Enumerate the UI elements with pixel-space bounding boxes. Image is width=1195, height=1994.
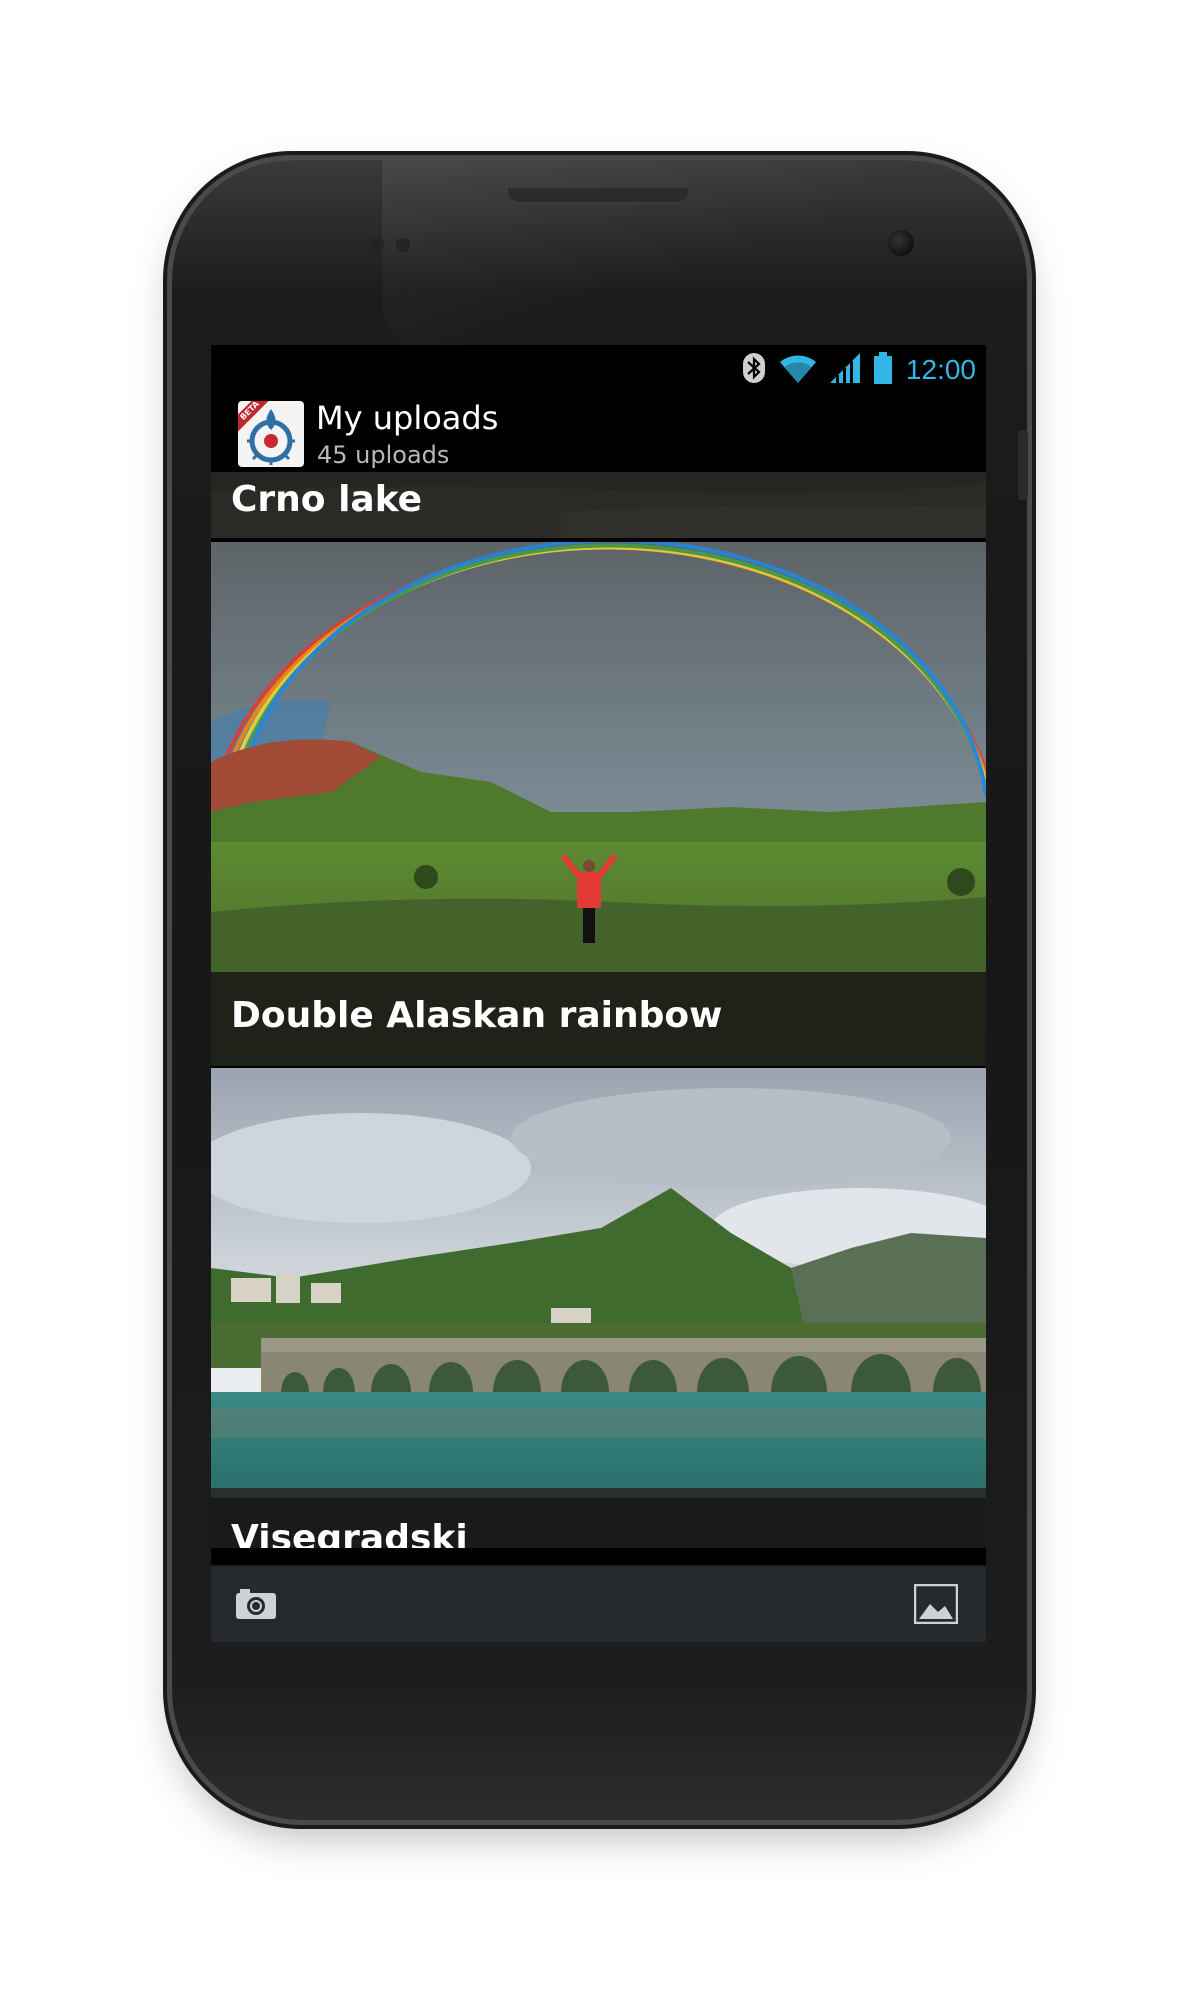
camera-button[interactable] [211, 1567, 301, 1642]
page-title: My uploads [316, 399, 499, 437]
list-item[interactable]: Crno lake [211, 472, 986, 538]
proximity-sensor [370, 238, 384, 252]
light-sensor [396, 238, 410, 252]
list-item[interactable]: Visegradski [211, 1068, 986, 1548]
upload-caption: Crno lake [211, 472, 986, 538]
earpiece-speaker [508, 188, 688, 204]
signal-icon [829, 353, 860, 387]
battery-icon [873, 352, 892, 388]
upload-count: 45 uploads [317, 441, 450, 469]
camera-icon [234, 1587, 278, 1625]
upload-thumbnail [211, 1068, 986, 1548]
upload-caption: Double Alaskan rainbow [211, 972, 986, 1066]
power-button [1018, 430, 1028, 500]
action-bar: BETA My uploads 45 uploads [211, 395, 986, 472]
status-bar: 12:00 [211, 345, 986, 395]
list-item[interactable]: Double Alaskan rainbow [211, 542, 986, 1066]
upload-caption: Visegradski [211, 1498, 986, 1548]
screen: 12:00 BETA My uploads 45 uploads Crno la… [211, 345, 986, 1642]
gallery-button[interactable] [891, 1567, 981, 1642]
gallery-icon [913, 1583, 959, 1628]
status-time: 12:00 [905, 354, 976, 385]
bottom-action-bar [211, 1565, 986, 1642]
wikimedia-commons-icon[interactable]: BETA [238, 401, 304, 467]
bluetooth-icon [742, 352, 766, 388]
front-camera [888, 230, 914, 256]
uploads-list: Crno lake Double Alaskan rainbow Visegra… [211, 472, 986, 1548]
wifi-icon [779, 353, 816, 387]
